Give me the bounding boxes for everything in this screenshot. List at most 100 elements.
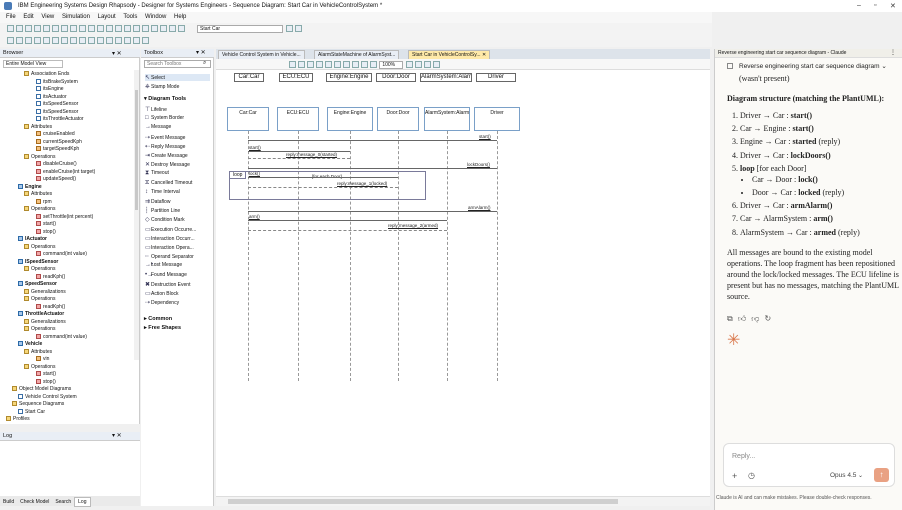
tree-item[interactable]: itsThrottleActuator [36, 116, 84, 122]
tree-item[interactable]: Vehicle [18, 341, 42, 347]
tree-item[interactable]: Object Model Diagrams [12, 386, 71, 392]
browser-view-select[interactable]: Entire Model View [3, 60, 63, 68]
tree-item[interactable]: stop() [36, 228, 56, 235]
tree-item[interactable]: Operations [24, 363, 55, 370]
toolbox-item[interactable]: ⧖ Cancelled Timeout [145, 180, 192, 187]
tree-item[interactable]: itsEngine [36, 86, 64, 92]
lifeline-driver[interactable]: Driver [474, 107, 520, 131]
distribute-icon[interactable] [433, 61, 441, 68]
toolbox-search-input[interactable]: Search Toolbox [144, 60, 211, 68]
debug-icon[interactable] [51, 37, 59, 44]
toolbox-item[interactable]: ✕Destroy Message [145, 161, 190, 168]
tree-item[interactable]: Sequence Diagrams [12, 401, 64, 407]
new-icon[interactable] [6, 25, 14, 32]
tree-item[interactable]: ThrottleActuator [18, 311, 64, 317]
tab-search[interactable]: Search [52, 498, 74, 506]
toolbox-item[interactable]: ⊤Lifeline [145, 106, 167, 113]
zoom-out-icon[interactable] [369, 61, 377, 68]
tree-item[interactable]: itsBrakeSystem [36, 78, 78, 85]
tree-item[interactable]: Start Car [18, 408, 45, 415]
make-icon[interactable] [15, 37, 23, 44]
table-icon[interactable] [123, 37, 131, 44]
tree-item[interactable]: itsSpeedSensor [36, 108, 78, 115]
close-icon[interactable]: ✕ [890, 2, 896, 10]
paste-icon[interactable] [51, 25, 59, 32]
message-arm[interactable] [248, 220, 447, 221]
tree-item[interactable]: Association Ends [24, 71, 69, 77]
matrix-icon[interactable] [132, 37, 140, 44]
fit-icon[interactable] [406, 61, 414, 68]
lifeline-door[interactable]: Door:Door [377, 107, 419, 131]
thumbs-down-icon[interactable]: 👎︎ [751, 314, 759, 323]
italic-icon[interactable] [306, 61, 314, 68]
tab-start-car[interactable]: Start Car in VehicleControlSy... ✕ [408, 50, 491, 59]
toolbox-item[interactable]: ▭Execution Occurre... [145, 226, 196, 233]
message-lock[interactable] [248, 177, 398, 178]
tree-item[interactable]: command(int value) [36, 333, 87, 340]
copy-icon[interactable]: ⧉ [727, 314, 733, 323]
toolbox-item-select[interactable]: ↖Select [145, 74, 210, 81]
tree-item[interactable]: stop() [36, 378, 56, 385]
back-icon[interactable] [177, 25, 185, 32]
tab-alarm-state-machine[interactable]: AlarmStateMachine of AlarmSyst... [314, 50, 400, 59]
zoom-select[interactable]: 100% [379, 61, 404, 69]
tree-item[interactable]: Generalizations [24, 288, 66, 295]
toolbox-item[interactable]: ⇉Dataflow [145, 198, 170, 205]
send-button[interactable]: ↑ [874, 468, 889, 482]
grid-toggle-icon[interactable] [415, 61, 423, 68]
model-chevron-icon[interactable]: ⌄ [858, 472, 863, 479]
tree-item[interactable]: Attributes [24, 123, 52, 130]
bookmark-icon[interactable] [294, 25, 302, 32]
merge-icon[interactable] [96, 37, 104, 44]
tree-item[interactable]: ISpeedSensor [18, 258, 58, 265]
lifeline-ecu[interactable]: ECU:ECU [277, 107, 319, 131]
align-left-icon[interactable] [324, 61, 332, 68]
check-icon[interactable] [60, 37, 68, 44]
thumbs-up-icon[interactable]: 👍︎ [738, 314, 746, 323]
cut-icon[interactable] [33, 25, 41, 32]
message-lockdoors[interactable] [248, 168, 497, 169]
align-icon[interactable] [168, 25, 176, 32]
tree-item[interactable]: Operations [24, 296, 55, 302]
canvas-hscrollbar[interactable] [216, 496, 710, 506]
toolbox-item[interactable]: •→Found Message [145, 272, 187, 278]
toolbox-item[interactable]: ▭Interaction Opera... [145, 244, 194, 251]
tree-item[interactable]: updateSpeed() [36, 176, 76, 182]
menu-view[interactable]: View [41, 14, 54, 20]
browser-close-icon[interactable]: ▾ ✕ [112, 50, 122, 57]
add-icon[interactable]: + [732, 471, 737, 481]
save-icon[interactable] [24, 25, 32, 32]
message-armalarm[interactable] [248, 211, 497, 212]
font-icon[interactable] [288, 61, 296, 68]
line-color-icon[interactable] [342, 61, 350, 68]
align-center-icon[interactable] [333, 61, 341, 68]
tree-item[interactable]: Generalizations [24, 318, 66, 325]
toolbox-close-icon[interactable]: ▾ ✕ [196, 49, 206, 56]
search-combo[interactable]: Start Car [197, 25, 284, 33]
tree-item[interactable]: Vehicle Control System [18, 393, 77, 400]
diagram-icon[interactable] [123, 25, 131, 32]
fill-color-icon[interactable] [351, 61, 359, 68]
toolbox-group-free-shapes[interactable]: ▸ Free Shapes [144, 325, 181, 331]
message-reply-started[interactable] [248, 158, 350, 159]
tree-item[interactable]: start() [36, 371, 56, 377]
tree-item[interactable]: itsSpeedSensor [36, 101, 78, 107]
model-browser[interactable]: Entire Model View Association Ends itsBra… [0, 58, 140, 424]
toolbox-item[interactable]: ⧗ Timeout [145, 170, 169, 177]
tree-item[interactable]: disableCruise() [36, 161, 77, 167]
tree-item[interactable]: SpeedSensor [18, 281, 57, 287]
print-icon[interactable] [105, 25, 113, 32]
zoom-in-icon[interactable] [360, 61, 368, 68]
toolbox-item[interactable]: →•Lost Message [145, 262, 182, 268]
tree-item[interactable]: readKph() [36, 273, 65, 280]
tree-item[interactable]: targetSpeedKph [36, 146, 79, 152]
diagram-canvas[interactable]: Car:Car ECU:ECU Engine:Engine Door:Door … [216, 70, 710, 496]
toolbox-item[interactable]: □ System Border [145, 115, 184, 121]
grid-icon[interactable] [159, 25, 167, 32]
tab-build[interactable]: Build [0, 498, 17, 506]
link-icon[interactable] [141, 37, 149, 44]
message-reply-locked[interactable] [248, 187, 398, 188]
toolbox-item[interactable]: ✖Destruction Event [145, 281, 190, 288]
tree-item[interactable]: vin [36, 356, 49, 362]
maximize-icon[interactable]: ▫ [874, 2, 876, 9]
